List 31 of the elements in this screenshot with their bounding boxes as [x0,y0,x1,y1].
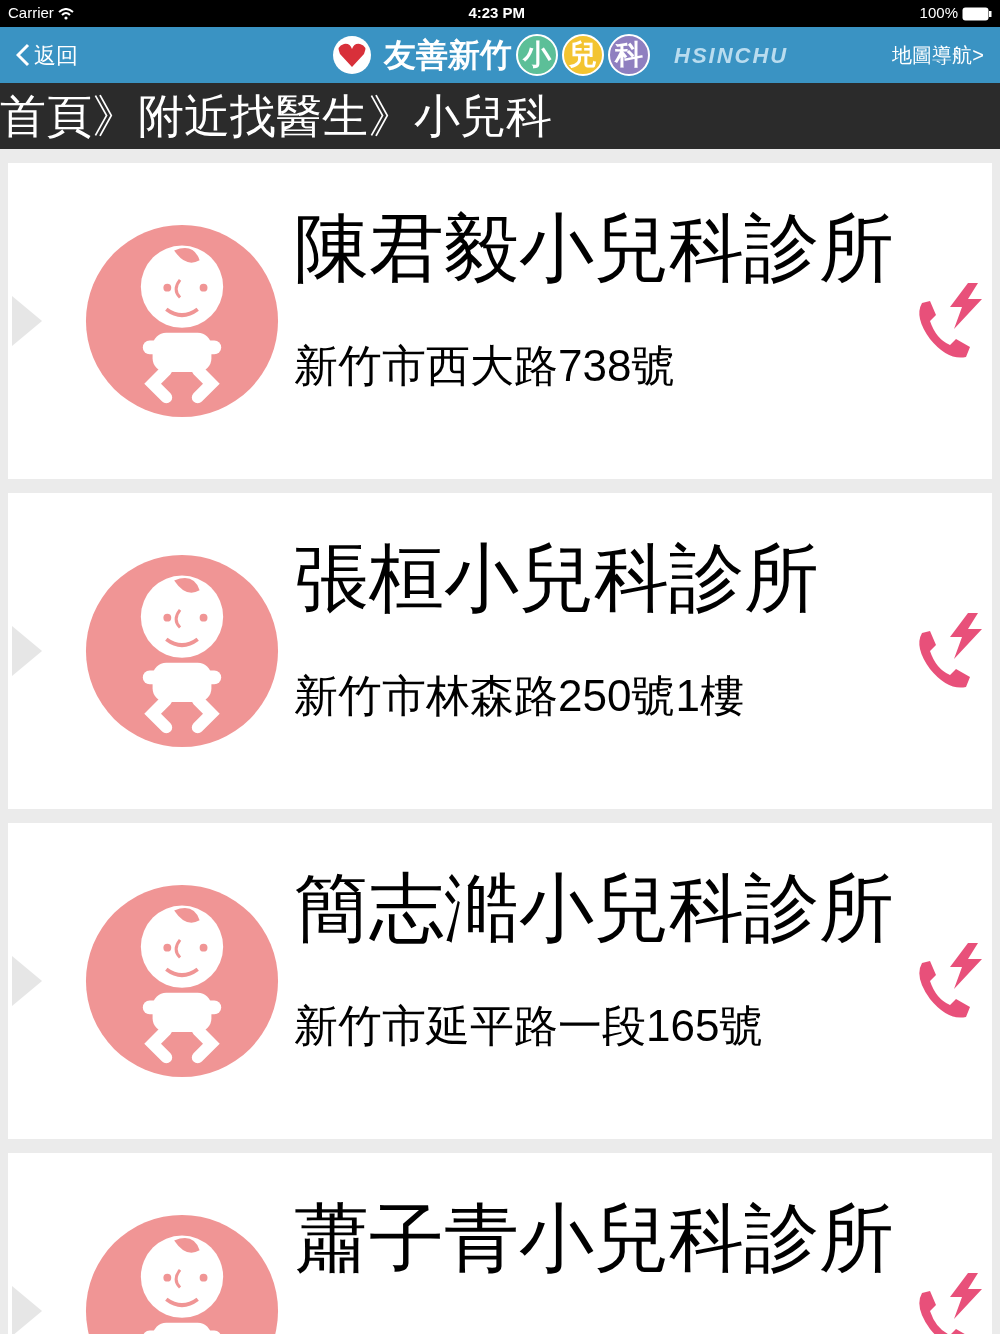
clinic-name: 蕭子青小兒科診所 [294,1201,895,1276]
heart-logo-icon [332,35,373,75]
clinic-name: 陳君毅小兒科診所 [294,211,895,286]
status-time: 4:23 PM [468,3,526,24]
chevron-right-icon [12,626,42,676]
clinic-address: 新竹市延平路一段165號 [294,1004,765,1048]
app-title: 友善新竹 [384,36,513,75]
chevron-right-icon [12,1286,42,1334]
chevron-right-icon [12,296,42,346]
title-badge: 兒 [562,34,605,76]
clinic-address: 新竹市林森路250號1樓 [294,674,745,718]
title-badge: 科 [608,34,651,76]
battery-icon [962,6,992,21]
carrier-label: Carrier [8,3,54,24]
clinic-name: 簡志澔小兒科診所 [294,871,895,946]
clinic-card[interactable]: 蕭子青小兒科診所 [8,1153,992,1334]
clinic-name: 張桓小兒科診所 [294,541,820,616]
battery-label: 100% [919,3,958,24]
chevron-left-icon [16,43,30,67]
wifi-icon [57,7,74,20]
chevron-right-icon [12,956,42,1006]
clinic-card[interactable]: 簡志澔小兒科診所 新竹市延平路一段165號 [8,823,992,1139]
logo-text: HSINCHU [674,41,789,70]
title-badge: 小 [516,34,559,76]
clinic-card[interactable]: 陳君毅小兒科診所 新竹市西大路738號 [8,163,992,479]
clinic-address: 新竹市西大路738號 [294,344,677,388]
clinic-card[interactable]: 張桓小兒科診所 新竹市林森路250號1樓 [8,493,992,809]
baby-icon [84,223,280,419]
baby-icon [84,553,280,749]
baby-icon [84,883,280,1079]
breadcrumb: 首頁》附近找醫生》小兒科 [0,93,552,139]
